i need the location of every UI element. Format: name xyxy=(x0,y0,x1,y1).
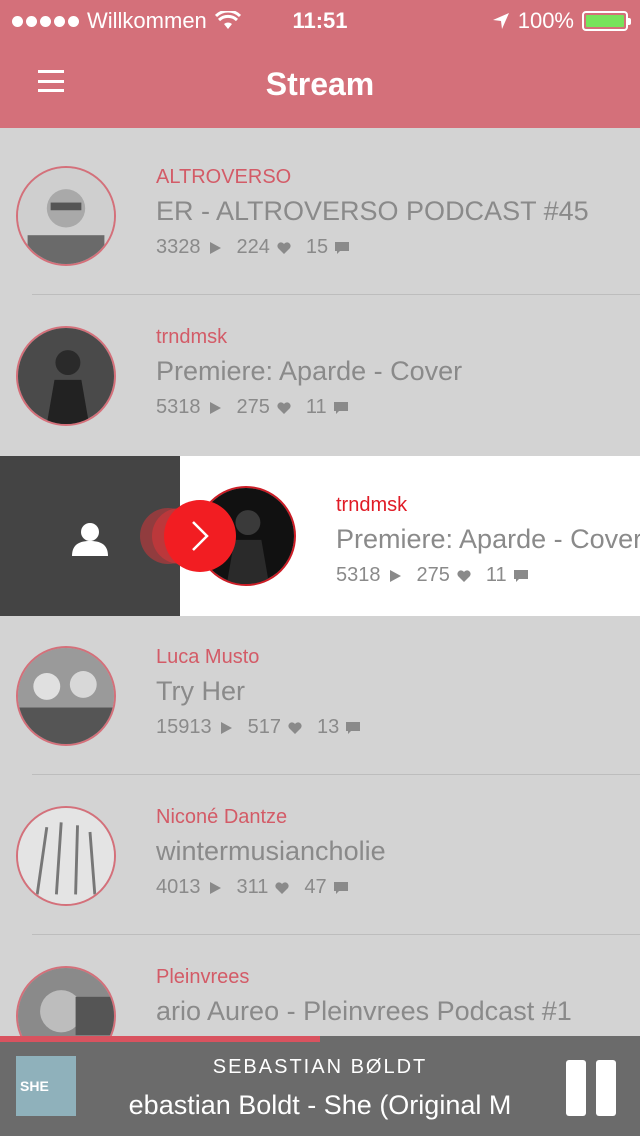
top-bar: Willkommen 11:51 100% Stream xyxy=(0,0,640,128)
row-divider xyxy=(32,934,640,935)
track-title[interactable]: Premiere: Aparde - Cover xyxy=(336,524,640,555)
track-stats: 15913 517 13 xyxy=(156,716,369,739)
battery-percent: 100% xyxy=(517,8,574,33)
avatar-photo-icon xyxy=(18,168,114,264)
list-item[interactable]: Pleinvrees ario Aureo - Pleinvrees Podca… xyxy=(0,928,640,1036)
comment-icon xyxy=(333,401,348,414)
now-playing-track: ebastian Boldt - She (Original M xyxy=(128,1090,512,1120)
list-item[interactable]: Niconé Dantze wintermusiancholie 4013 31… xyxy=(0,768,640,928)
heart-icon xyxy=(277,241,291,254)
pause-icon[interactable] xyxy=(566,1060,618,1116)
track-stats: 5318 275 11 xyxy=(156,396,357,419)
comment-count: 13 xyxy=(317,716,340,738)
play-count-icon xyxy=(209,401,221,414)
chevron-right-icon xyxy=(192,521,209,551)
avatar[interactable] xyxy=(16,326,116,426)
like-count: 311 xyxy=(236,876,269,898)
like-count: 275 xyxy=(416,564,450,586)
comment-icon xyxy=(513,569,528,582)
album-cover[interactable]: SHE xyxy=(16,1056,76,1116)
user-icon[interactable] xyxy=(70,522,110,556)
like-count: 224 xyxy=(236,236,270,258)
play-count: 4013 xyxy=(156,876,201,898)
heart-icon xyxy=(275,881,289,894)
nav-bar: Stream xyxy=(0,40,640,128)
track-stats: 5318 275 11 xyxy=(336,564,537,587)
track-title[interactable]: Try Her xyxy=(156,676,640,707)
row-divider xyxy=(32,294,640,295)
list-item[interactable]: Luca Musto Try Her 15913 517 13 xyxy=(0,608,640,768)
location-arrow-icon xyxy=(492,13,509,29)
avatar-photo-icon xyxy=(18,808,114,904)
comment-icon xyxy=(335,241,350,254)
heart-icon xyxy=(277,401,291,414)
artist-name[interactable]: trndmsk xyxy=(336,494,407,517)
play-count: 5318 xyxy=(156,396,201,418)
avatar[interactable] xyxy=(16,966,116,1036)
avatar-photo-icon xyxy=(18,328,114,424)
track-stats: 4013 311 47 xyxy=(156,876,357,899)
comment-icon xyxy=(346,721,361,734)
status-bar: Willkommen 11:51 100% xyxy=(0,0,640,40)
album-cover-text: SHE xyxy=(20,1078,49,1094)
heart-icon xyxy=(288,721,302,734)
artist-name[interactable]: Niconé Dantze xyxy=(156,806,287,829)
artist-name[interactable]: Luca Musto xyxy=(156,646,259,669)
avatar[interactable] xyxy=(16,166,116,266)
artist-name[interactable]: ALTROVERSO xyxy=(156,166,291,189)
like-count: 275 xyxy=(236,396,270,418)
play-count: 5318 xyxy=(336,564,381,586)
status-right: 100% xyxy=(492,8,631,34)
avatar[interactable] xyxy=(16,806,116,906)
track-title[interactable]: ario Aureo - Pleinvrees Podcast #1 xyxy=(156,996,640,1027)
play-button[interactable] xyxy=(164,500,236,572)
page-title: Stream xyxy=(265,66,375,102)
play-count-icon xyxy=(220,721,232,734)
list-item[interactable]: trndmsk Premiere: Aparde - Cover 5318 27… xyxy=(0,288,640,448)
track-stats: 3328 224 15 xyxy=(156,236,358,259)
play-count: 3328 xyxy=(156,236,201,258)
now-playing-artist: SEBASTIAN BØLDT xyxy=(212,1056,428,1078)
row-divider xyxy=(32,774,640,775)
heart-icon xyxy=(457,569,471,582)
list-item-swiped[interactable]: trndmsk Premiere: Aparde - Cover 5318 27… xyxy=(0,456,640,616)
track-title[interactable]: wintermusiancholie xyxy=(156,836,640,867)
play-count: 15913 xyxy=(156,716,212,738)
track-title[interactable]: ER - ALTROVERSO PODCAST #45 xyxy=(156,196,640,227)
artist-name[interactable]: Pleinvrees xyxy=(156,966,249,989)
avatar[interactable] xyxy=(16,646,116,746)
stream-list[interactable]: ALTROVERSO ER - ALTROVERSO PODCAST #45 3… xyxy=(0,128,640,1036)
play-count-icon xyxy=(209,881,221,894)
play-count-icon xyxy=(389,569,401,582)
list-item[interactable]: ALTROVERSO ER - ALTROVERSO PODCAST #45 3… xyxy=(0,128,640,288)
comment-count: 47 xyxy=(304,876,327,898)
track-title[interactable]: Premiere: Aparde - Cover xyxy=(156,356,640,387)
avatar-photo-icon xyxy=(18,968,114,1036)
comment-icon xyxy=(333,881,348,894)
like-count: 517 xyxy=(247,716,281,738)
battery-icon xyxy=(582,11,631,31)
comment-count: 15 xyxy=(305,236,329,258)
play-count-icon xyxy=(209,241,221,254)
now-playing-bar[interactable]: SHE SEBASTIAN BØLDT ebastian Boldt - She… xyxy=(0,1042,640,1136)
artist-name[interactable]: trndmsk xyxy=(156,326,227,349)
avatar-photo-icon xyxy=(18,648,114,744)
comment-count: 11 xyxy=(485,564,507,586)
comment-count: 11 xyxy=(305,396,327,418)
